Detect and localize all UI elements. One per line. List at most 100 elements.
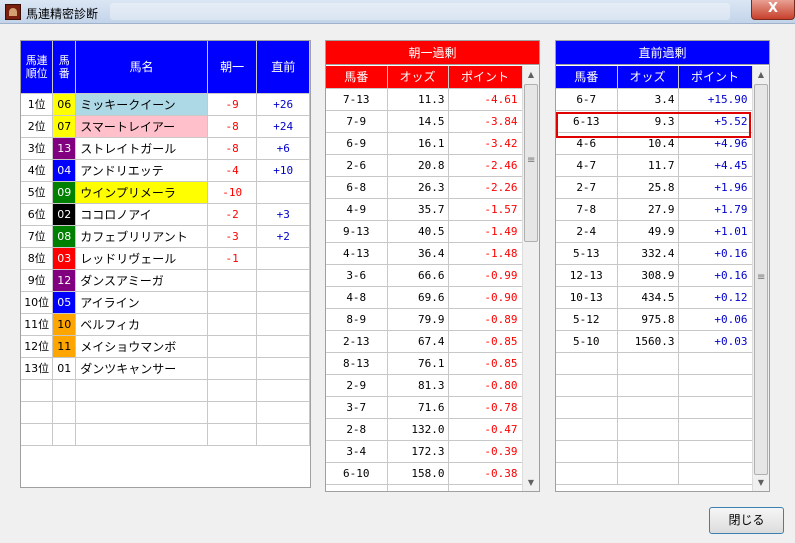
late-overbet-header: 馬番 オッズ ポイント	[556, 66, 753, 89]
table-row[interactable]: 12-13 308.9 +0.16	[556, 264, 753, 287]
table-row[interactable]: 11位 10 ベルフィカ	[21, 313, 310, 336]
table-row[interactable]: 1位 06 ミッキークイーン -9 +26	[21, 93, 310, 116]
header-name[interactable]: 馬名	[75, 41, 208, 94]
choku-score-cell	[256, 357, 310, 380]
scroll-up-icon[interactable]: ▲	[523, 66, 539, 83]
table-row[interactable]: 6-8 26.3 -2.26	[326, 176, 523, 199]
header-rank[interactable]: 馬連 順位	[21, 41, 54, 94]
table-row[interactable]: 6-10 158.0 -0.38	[326, 462, 523, 485]
table-row[interactable]: 7位 08 カフェブリリアント -3 +2	[21, 225, 310, 248]
empty-cell	[556, 352, 618, 375]
combo-cell: 2-7	[556, 176, 618, 199]
table-row[interactable]: 4-7 11.7 +4.45	[556, 154, 753, 177]
late-scroll-thumb[interactable]	[754, 84, 768, 475]
table-row[interactable]: 8位 03 レッドリヴェール -1	[21, 247, 310, 270]
scroll-up-icon[interactable]: ▲	[753, 66, 769, 83]
horse-table-header: 馬連 順位 馬番 馬名 朝一 直前	[21, 41, 310, 94]
table-row[interactable]: 6-7 3.4 +15.90	[556, 88, 753, 111]
table-row[interactable]: 3-6 66.6 -0.99	[326, 264, 523, 287]
odds-cell: 27.9	[617, 198, 679, 221]
header-asa[interactable]: 朝一	[207, 41, 258, 94]
odds-cell: 26.3	[387, 176, 449, 199]
table-row[interactable]: 6-9 16.1 -3.42	[326, 132, 523, 155]
choku-score-cell	[256, 269, 310, 292]
header-num[interactable]: 馬番	[52, 41, 77, 94]
odds-cell: 81.3	[387, 374, 449, 397]
table-row[interactable]: 2位 07 スマートレイアー -8 +24	[21, 115, 310, 138]
asa-score-cell: -4	[207, 159, 258, 182]
table-row[interactable]: 2-6 20.8 -2.46	[326, 154, 523, 177]
odds-cell: 308.9	[617, 264, 679, 287]
table-row[interactable]: 12位 11 メイショウマンボ	[21, 335, 310, 358]
point-cell: -0.85	[448, 330, 523, 353]
point-cell: +1.01	[678, 220, 753, 243]
asa-score-cell	[207, 335, 258, 358]
table-row[interactable]: 10-13 434.5 +0.12	[556, 286, 753, 309]
scroll-down-icon[interactable]: ▼	[753, 474, 769, 491]
close-button[interactable]: 閉じる	[709, 507, 784, 534]
odds-cell: 25.8	[617, 176, 679, 199]
table-row[interactable]: 6-11176.3-0.38	[326, 484, 523, 491]
empty-row	[556, 418, 753, 441]
choku-score-cell: +2	[256, 225, 310, 248]
table-row[interactable]: 7-8 27.9 +1.79	[556, 198, 753, 221]
horse-number-cell: 07	[52, 115, 77, 138]
choku-score-cell: +26	[256, 93, 310, 116]
table-row[interactable]: 2-8 132.0 -0.47	[326, 418, 523, 441]
horse-table: 馬連 順位 馬番 馬名 朝一 直前 1位 06 ミッキークイーン -9 +26 2位 07 スマ…	[21, 41, 310, 446]
rank-cell: 11位	[21, 313, 54, 336]
early-header-odds[interactable]: オッズ	[387, 66, 449, 89]
table-row[interactable]: 13位 01 ダンツキャンサー	[21, 357, 310, 380]
table-row[interactable]: 8-13 76.1 -0.85	[326, 352, 523, 375]
table-row[interactable]: 5-10 1560.3 +0.03	[556, 330, 753, 353]
late-header-num[interactable]: 馬番	[556, 66, 618, 89]
table-row[interactable]: 9-13 40.5 -1.49	[326, 220, 523, 243]
early-scroll-thumb[interactable]	[524, 84, 538, 242]
point-cell: -0.80	[448, 374, 523, 397]
horse-name-cell: スマートレイアー	[75, 115, 208, 138]
window-close-button[interactable]: X	[751, 0, 795, 20]
table-row[interactable]: 7-13 11.3 -4.61	[326, 88, 523, 111]
odds-cell: 20.8	[387, 154, 449, 177]
table-row[interactable]: 4-9 35.7 -1.57	[326, 198, 523, 221]
table-row[interactable]: 3-4 172.3 -0.39	[326, 440, 523, 463]
table-row[interactable]: 5-13 332.4 +0.16	[556, 242, 753, 265]
table-row[interactable]: 3位 13 ストレイトガール -8 +6	[21, 137, 310, 160]
table-row[interactable]: 4-8 69.6 -0.90	[326, 286, 523, 309]
rank-cell: 4位	[21, 159, 54, 182]
table-row[interactable]: 9位 12 ダンスアミーガ	[21, 269, 310, 292]
table-row[interactable]: 4位 04 アンドリエッテ -4 +10	[21, 159, 310, 182]
early-scrollbar[interactable]: ▲ ▼	[522, 66, 539, 491]
late-header-odds[interactable]: オッズ	[617, 66, 679, 89]
combo-cell: 4-7	[556, 154, 618, 177]
table-row[interactable]: 10位 05 アイライン	[21, 291, 310, 314]
header-choku[interactable]: 直前	[256, 41, 310, 94]
combo-cell: 3-7	[326, 396, 388, 419]
table-row[interactable]: 5-12 975.8 +0.06	[556, 308, 753, 331]
table-row[interactable]: 2-9 81.3 -0.80	[326, 374, 523, 397]
early-header-num[interactable]: 馬番	[326, 66, 388, 89]
empty-cell	[678, 418, 753, 441]
table-row[interactable]: 2-13 67.4 -0.85	[326, 330, 523, 353]
early-header-point[interactable]: ポイント	[448, 66, 523, 89]
table-row[interactable]: 6位 02 ココロノアイ -2 +3	[21, 203, 310, 226]
table-row[interactable]: 8-9 79.9 -0.89	[326, 308, 523, 331]
empty-cell	[52, 423, 77, 446]
odds-cell: 332.4	[617, 242, 679, 265]
horse-name-cell: カフェブリリアント	[75, 225, 208, 248]
table-row[interactable]: 5位 09 ウインプリメーラ -10	[21, 181, 310, 204]
rank-cell: 12位	[21, 335, 54, 358]
table-row[interactable]: 4-13 36.4 -1.48	[326, 242, 523, 265]
combo-cell: 3-4	[326, 440, 388, 463]
table-row[interactable]: 3-7 71.6 -0.78	[326, 396, 523, 419]
combo-cell: 7-13	[326, 88, 388, 111]
horse-number-cell: 03	[52, 247, 77, 270]
late-header-point[interactable]: ポイント	[678, 66, 753, 89]
scroll-down-icon[interactable]: ▼	[523, 474, 539, 491]
table-row[interactable]: 2-7 25.8 +1.96	[556, 176, 753, 199]
point-cell: -4.61	[448, 88, 523, 111]
table-row[interactable]: 7-9 14.5 -3.84	[326, 110, 523, 133]
odds-cell: 14.5	[387, 110, 449, 133]
late-scrollbar[interactable]: ▲ ▼	[752, 66, 769, 491]
table-row[interactable]: 2-4 49.9 +1.01	[556, 220, 753, 243]
